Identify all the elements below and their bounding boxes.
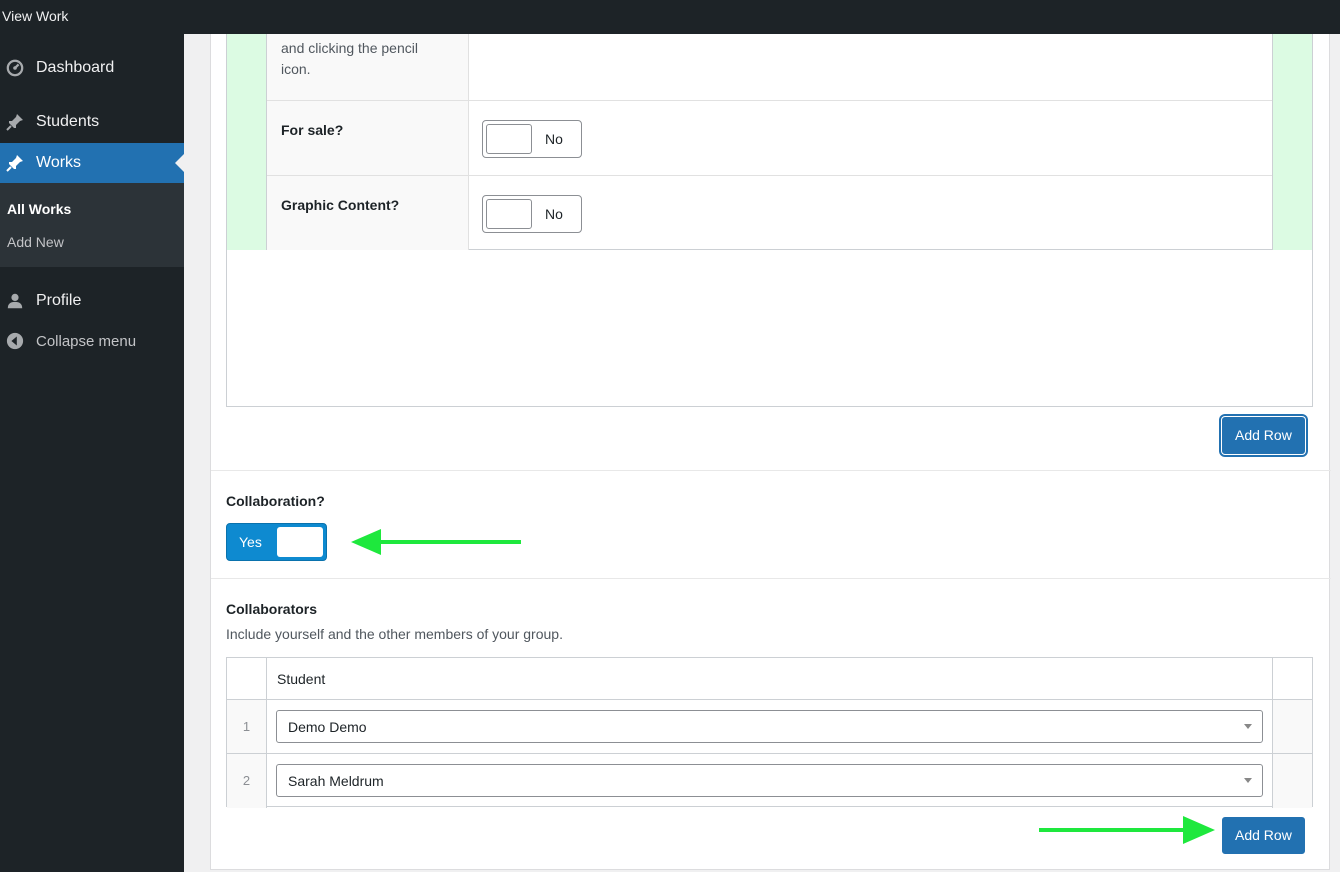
collaboration-toggle[interactable]: Yes [226, 523, 327, 561]
submenu-add-new[interactable]: Add New [7, 234, 64, 250]
table-row: 1 Demo Demo [227, 700, 1312, 754]
row-actions-cell[interactable] [1272, 700, 1312, 753]
collapse-menu-button[interactable]: Collapse menu [0, 321, 184, 361]
works-submenu: All Works Add New [0, 183, 184, 267]
work-details-table: and clicking the pencil icon. For sale? … [226, 34, 1313, 407]
field-row-for-sale: For sale? No [267, 101, 1272, 176]
field-divider [211, 578, 1331, 579]
collaborators-label: Collaborators [226, 601, 318, 617]
edit-work-panel: and clicking the pencil icon. For sale? … [210, 34, 1331, 870]
graphic-content-toggle[interactable]: No [482, 195, 582, 233]
student-select[interactable]: Demo Demo [276, 710, 1263, 743]
admin-sidebar: Dashboard Students Works All Works Add N… [0, 34, 184, 872]
toggle-state-text: No [545, 206, 563, 222]
annotation-arrow-right [1039, 816, 1215, 844]
sidebar-item-students[interactable]: Students [0, 102, 184, 142]
table-header: Student [227, 658, 1312, 700]
sidebar-item-label: Profile [36, 292, 82, 309]
chevron-down-icon [1244, 724, 1252, 729]
row-number[interactable]: 2 [227, 754, 267, 808]
annotation-arrow-left [351, 529, 521, 555]
sidebar-item-profile[interactable]: Profile [0, 281, 184, 321]
header-order-cell [227, 658, 267, 699]
sidebar-item-dashboard[interactable]: Dashboard [0, 48, 184, 88]
sidebar-item-label: Students [36, 113, 100, 130]
field-label-for-sale: For sale? [267, 101, 469, 175]
student-select-value: Demo Demo [288, 719, 367, 735]
row-number[interactable]: 1 [227, 700, 267, 753]
admin-top-bar: View Work [0, 0, 1340, 34]
header-actions-cell [1272, 658, 1312, 699]
student-select-value: Sarah Meldrum [288, 773, 384, 789]
row-handle-right[interactable] [1272, 34, 1312, 250]
field-row-description: and clicking the pencil icon. [267, 34, 1272, 101]
page-title: View Work [2, 8, 69, 24]
for-sale-toggle[interactable]: No [482, 120, 582, 158]
field-row-graphic-content: Graphic Content? No [267, 176, 1272, 250]
field-label-graphic-content: Graphic Content? [267, 176, 469, 250]
toggle-state-text: No [545, 131, 563, 147]
sidebar-item-label: Works [36, 154, 82, 171]
toggle-knob [486, 199, 532, 229]
field-description-text: and clicking the pencil icon. [267, 34, 469, 100]
collaborators-description: Include yourself and the other members o… [226, 626, 563, 642]
collapse-icon [5, 331, 25, 351]
row-handle-left[interactable] [227, 34, 267, 250]
row-actions-cell[interactable] [1272, 754, 1312, 808]
add-collaborator-row-button[interactable]: Add Row [1222, 817, 1305, 854]
collaborators-table: Student 1 Demo Demo 2 Sarah Meldrum [226, 657, 1313, 808]
submenu-all-works[interactable]: All Works [7, 201, 71, 217]
collaboration-label: Collaboration? [226, 493, 325, 509]
user-icon [5, 291, 25, 311]
dashboard-icon [5, 58, 25, 78]
field-divider [211, 470, 1331, 471]
add-row-button[interactable]: Add Row [1222, 417, 1305, 454]
column-header-student: Student [277, 671, 326, 687]
sidebar-item-works[interactable]: Works [0, 143, 184, 183]
toggle-knob [486, 124, 532, 154]
work-details-subfields: and clicking the pencil icon. For sale? … [267, 34, 1272, 250]
toggle-knob [277, 527, 323, 557]
collapse-menu-label: Collapse menu [36, 332, 137, 350]
table-row: 2 Sarah Meldrum [227, 754, 1312, 808]
toggle-state-text: Yes [239, 534, 262, 550]
sidebar-item-label: Dashboard [36, 59, 115, 76]
student-select[interactable]: Sarah Meldrum [276, 764, 1263, 797]
pin-icon [5, 153, 25, 173]
chevron-down-icon [1244, 778, 1252, 783]
pin-icon [5, 112, 25, 132]
